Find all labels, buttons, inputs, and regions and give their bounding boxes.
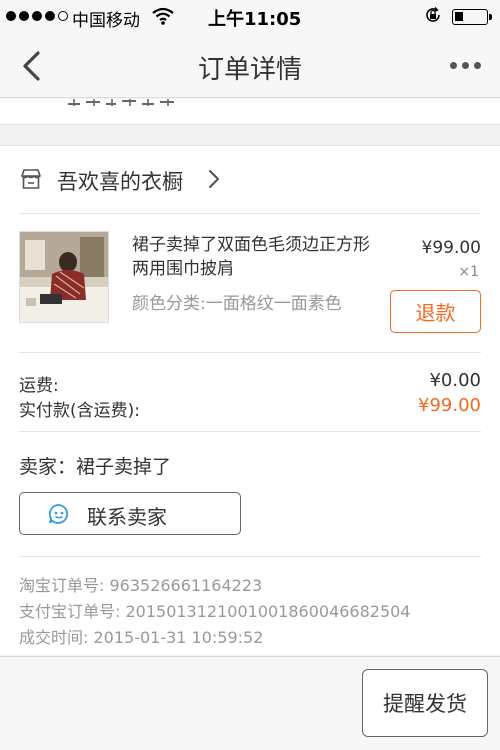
product-thumbnail[interactable] [19,231,109,323]
product-photo-icon [20,232,108,322]
divider [19,556,481,557]
seller-name: 卖家：裙子卖掉了 [19,456,172,478]
store-icon [21,169,41,189]
product-price: ¥99.00 [421,238,481,258]
chat-smile-icon [48,504,69,524]
cutoff-text-glyphs [68,99,174,106]
paid-amount-value: ¥99.00 [418,395,481,416]
carrier-name: 中国移动 [72,11,140,31]
divider [19,431,481,432]
shipping-fee-value: ¥0.00 [429,370,481,391]
product-spec: 颜色分类:一面格纹一面素色 [132,294,342,314]
taobao-order-number: 淘宝订单号: 963526661164223 [19,576,263,595]
contact-seller-button[interactable]: 联系卖家 [19,492,241,535]
remind-shipment-button[interactable]: 提醒发货 [362,669,488,737]
refund-button[interactable]: 退款 [390,290,481,333]
divider [19,352,481,353]
contact-seller-label: 联系卖家 [87,505,167,529]
rotation-lock-icon [426,7,440,22]
paid-amount-label: 实付款(含运费): [19,401,140,421]
bottom-action-bar: 提醒发货 [0,656,500,750]
chevron-right-icon [208,169,220,189]
page-title: 订单详情 [197,55,302,85]
status-bar: 中国移动 上午11:05 [0,0,500,34]
shipping-fee-label: 运费: [19,376,59,396]
nav-bar: 订单详情 [0,34,500,98]
signal-strength-icon [6,11,68,21]
address-section-cutoff [0,99,500,125]
product-title[interactable]: 裙子卖掉了双面色毛须边正方形两用围巾披肩 [132,233,382,281]
shop-name: 吾欢喜的衣橱 [57,170,183,194]
order-card: 吾欢喜的衣橱 裙子卖掉了双面色毛须边正方形两用围巾披肩 颜色分类:一面格纹一面素… [0,145,500,655]
shop-row[interactable]: 吾欢喜的衣橱 [0,146,500,212]
alipay-order-number: 支付宝订单号: 2015013121001001860046682504 [19,602,411,621]
product-quantity: ×1 [458,264,479,280]
battery-icon [452,9,492,25]
divider [19,213,481,214]
status-time: 上午11:05 [208,9,302,30]
deal-time: 成交时间: 2015-01-31 10:59:52 [19,628,264,647]
more-dots-icon[interactable] [450,62,481,69]
wifi-icon [152,7,174,25]
